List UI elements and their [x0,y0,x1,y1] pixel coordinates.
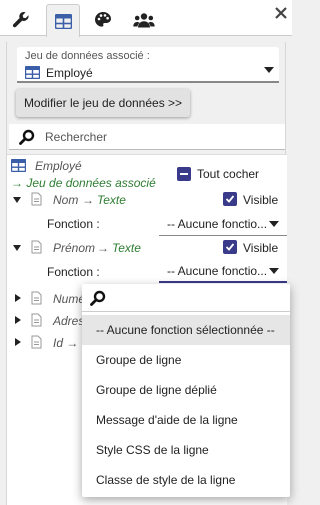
dropdown-option[interactable]: Groupe de ligne déplié [82,375,290,405]
tree-field-row[interactable]: Nom → Texte Visible [7,189,287,211]
users-icon [133,12,155,27]
report-designer-panel: Jeu de données associé : Employé Modifie… [0,0,292,505]
tab-bar [0,0,292,37]
dropdown-option[interactable]: Message d'aide de la ligne [82,405,290,435]
palette-icon [95,12,111,27]
function-select-open[interactable]: -- Aucune fonctio... [159,259,287,283]
dropdown-option[interactable]: Classe de style de la ligne [82,465,290,495]
tree-field-row[interactable]: Numé [7,288,87,310]
dropdown-option[interactable]: Style CSS de la ligne [82,435,290,465]
field-icon [31,291,42,305]
visible-checkbox[interactable] [223,240,237,254]
field-name: Adres [53,314,85,328]
expand-arrow-icon[interactable] [13,245,21,251]
search-icon [19,129,35,145]
dataset-label: Jeu de données associé : [25,50,150,62]
table-icon [25,66,40,79]
field-name: Numé [53,292,86,306]
visible-checkbox[interactable] [223,192,237,206]
tab-settings[interactable] [4,4,38,36]
dropdown-option[interactable]: Groupe de ligne [82,345,290,375]
dropdown-option-label: Message d'aide de la ligne [96,413,238,427]
modify-dataset-button[interactable]: Modifier le jeu de données >> [16,89,190,117]
field-arrow: → [82,193,94,207]
field-name: Prénom [53,241,96,255]
dropdown-option-label: Groupe de ligne déplié [96,383,217,397]
function-label: Fonction : [47,217,100,231]
partial-checkbox-icon [177,167,191,181]
function-label: Fonction : [47,265,100,279]
close-icon[interactable] [274,6,288,20]
visible-label: Visible [243,241,279,255]
table-icon [11,159,26,172]
dropdown-option-label: Groupe de ligne [96,353,182,367]
field-name: Id → [53,336,79,350]
checkmark-icon [225,243,235,251]
tab-users[interactable] [127,4,161,36]
function-dropdown: -- Aucune fonction sélectionnée -- Group… [82,284,290,497]
field-icon [31,313,42,327]
associated-dataset-label: → Jeu de données associé [11,176,156,190]
chevron-down-icon [269,221,279,227]
field-icon [31,335,42,349]
chevron-down-icon [264,67,274,73]
collapse-arrow-icon[interactable] [15,294,21,302]
dropdown-option-label: -- Aucune fonction sélectionnée -- [96,323,275,337]
dropdown-option-label: Classe de style de la ligne [96,473,236,487]
field-type: Texte [97,193,126,207]
function-select-value: -- Aucune fonctio... [167,217,268,231]
check-all-label: Tout cocher [197,167,260,181]
tree-field-row[interactable]: Adres [7,310,87,332]
dropdown-search[interactable] [82,284,290,312]
tree-root-label: Employé [35,159,82,173]
tab-data[interactable] [46,4,80,37]
check-all-toggle[interactable]: Tout cocher [177,165,277,183]
field-name: Nom [53,193,79,207]
dropdown-option[interactable]: -- Aucune fonction sélectionnée -- [82,315,290,345]
tab-style[interactable] [86,4,120,36]
field-type: Texte [112,241,141,255]
checkmark-icon [225,195,235,203]
function-select[interactable]: -- Aucune fonctio... [159,212,287,236]
dropdown-option-label: Style CSS de la ligne [96,443,209,457]
collapse-arrow-icon[interactable] [15,316,21,324]
field-icon [31,240,42,254]
dataset-value: Employé [46,66,93,80]
function-select-value: -- Aucune fonctio... [167,264,268,278]
dataset-select[interactable]: Jeu de données associé : Employé [17,47,279,83]
tree-field-row[interactable]: Id → [7,332,87,354]
visible-label: Visible [243,193,279,207]
expand-arrow-icon[interactable] [13,197,21,203]
wrench-icon [12,11,29,28]
search-field[interactable]: Rechercher [9,124,285,150]
table-icon [54,13,72,29]
chevron-down-icon [269,268,279,274]
collapse-arrow-icon[interactable] [15,338,21,346]
search-input[interactable]: Rechercher [45,130,107,144]
field-icon [31,192,42,206]
tree-field-row[interactable]: Prénom → Texte Visible [7,237,287,259]
field-arrow: → [97,241,109,255]
search-icon [90,290,106,306]
